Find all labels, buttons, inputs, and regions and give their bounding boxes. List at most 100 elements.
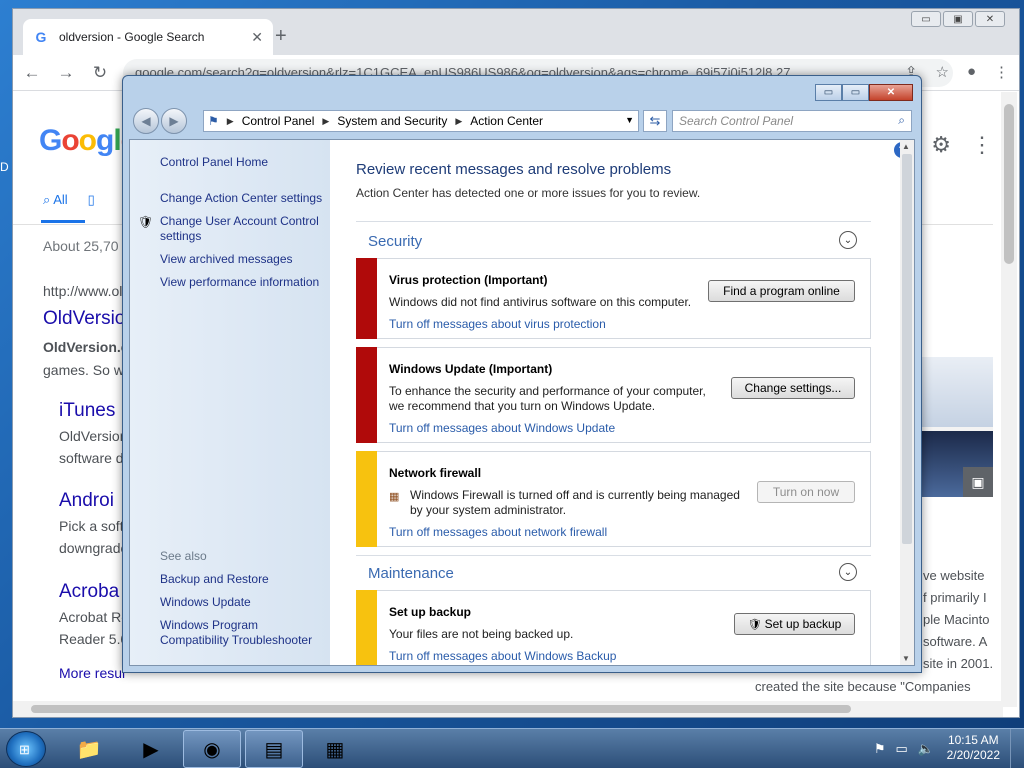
link-turn-off-update-messages[interactable]: Turn off messages about Windows Update [389, 421, 615, 435]
system-tray: ⚑ ▭ 🔈 [874, 741, 934, 757]
firewall-icon: ▦ [389, 491, 400, 503]
browser-tab[interactable]: G oldversion - Google Search ✕ [23, 19, 273, 55]
breadcrumb-arrow-icon[interactable]: ▶ [227, 116, 234, 127]
find-program-online-button[interactable]: Find a program online [708, 280, 855, 302]
reload-icon[interactable]: ↻ [91, 63, 109, 83]
shield-icon: 🛡 [747, 618, 762, 631]
explorer-taskbar-icon[interactable]: 📁 [60, 730, 118, 768]
more-results-link[interactable]: More resul [59, 665, 125, 681]
refresh-icon[interactable]: ⇆ [643, 110, 667, 132]
clock[interactable]: 10:15 AM 2/20/2022 [947, 733, 1000, 763]
result-title[interactable]: OldVersio [43, 308, 125, 330]
cp-address-bar[interactable]: ⚑ ▶ Control Panel ▶ System and Security … [203, 110, 639, 132]
breadcrumb-control-panel[interactable]: Control Panel [242, 114, 315, 128]
link-view-performance-info[interactable]: View performance information [160, 275, 319, 290]
scroll-down-icon[interactable]: ▼ [902, 654, 910, 663]
result-snippet: OldVersion [59, 428, 128, 444]
chrome-menu-icon[interactable]: ⋮ [994, 63, 1009, 81]
message-description: Windows did not find antivirus software … [389, 295, 692, 309]
start-button[interactable]: ⊞ [6, 731, 46, 767]
page-title: Review recent messages and resolve probl… [356, 161, 672, 178]
uac-shield-icon: 🛡 [138, 215, 154, 229]
scrollbar-thumb[interactable] [902, 154, 912, 544]
cp-main-pane: ? Review recent messages and resolve pro… [330, 140, 902, 665]
search-icon[interactable]: ⌕ [898, 113, 905, 128]
link-compat-troubleshooter[interactable]: Windows Program Compatibility Troubleshoo… [160, 618, 312, 648]
link-turn-off-firewall-messages[interactable]: Turn off messages about network firewall [389, 525, 607, 539]
minimize-button[interactable]: ▭ [911, 11, 941, 27]
google-favicon-icon: G [35, 29, 47, 45]
volume-icon[interactable]: 🔈 [918, 741, 934, 757]
forward-icon[interactable]: → [57, 63, 75, 83]
address-dropdown-icon[interactable]: ▼ [625, 115, 634, 125]
tab-all[interactable]: ⌕ All [43, 192, 68, 208]
section-title-security[interactable]: Security [368, 233, 422, 250]
side-snippet: ve website [923, 568, 985, 583]
image-icon[interactable]: ▣ [963, 467, 993, 497]
link-control-panel-home[interactable]: Control Panel Home [160, 155, 268, 170]
new-tab-button[interactable]: + [275, 25, 287, 48]
tab-close-icon[interactable]: ✕ [251, 29, 263, 46]
network-icon[interactable]: ▭ [896, 741, 908, 757]
bookmark-star-icon[interactable]: ☆ [935, 63, 948, 81]
breadcrumb-arrow-icon[interactable]: ▶ [322, 116, 329, 127]
thumbnail-image[interactable] [921, 357, 993, 427]
section-title-maintenance[interactable]: Maintenance [368, 565, 454, 582]
scrollbar-thumb[interactable] [31, 705, 851, 713]
forward-arrow-icon[interactable]: ▶ [161, 108, 187, 134]
scroll-up-icon[interactable]: ▲ [902, 142, 910, 151]
action-center-flag-icon[interactable]: ⚑ [874, 741, 886, 757]
show-desktop-button[interactable] [1010, 729, 1024, 768]
desktop-edge-label: D [0, 160, 9, 174]
chevron-down-icon[interactable]: ⌄ [839, 563, 857, 581]
link-change-action-center-settings[interactable]: Change Action Center settings [160, 191, 322, 206]
side-snippet: created the site because "Companies [755, 679, 971, 694]
breadcrumb-system-security[interactable]: System and Security [337, 114, 447, 128]
action-center-window: ▭ ▭ ✕ ◀ ▶ ⚑ ▶ Control Panel ▶ System and… [122, 75, 922, 673]
cp-maximize-button[interactable]: ▭ [842, 84, 869, 101]
profile-icon[interactable]: ● [967, 63, 976, 81]
result-url[interactable]: http://www.ol [43, 283, 122, 299]
chevron-down-icon[interactable]: ⌄ [839, 231, 857, 249]
close-button[interactable]: ✕ [975, 11, 1005, 27]
link-turn-off-backup-messages[interactable]: Turn off messages about Windows Backup [389, 649, 616, 663]
search-placeholder: Search Control Panel [679, 114, 794, 128]
breadcrumb-arrow-icon[interactable]: ▶ [455, 116, 462, 127]
cp-search-input[interactable]: Search Control Panel ⌕ [672, 110, 912, 132]
breadcrumb-action-center[interactable]: Action Center [470, 114, 543, 128]
result-title[interactable]: Acroba [59, 581, 119, 603]
google-header-icons: ⚙ ⋮ [931, 132, 993, 158]
page-horizontal-scrollbar[interactable] [13, 701, 1003, 717]
change-settings-button[interactable]: Change settings... [731, 377, 855, 399]
chrome-taskbar-icon[interactable]: ◉ [183, 730, 241, 768]
back-arrow-icon[interactable]: ◀ [133, 108, 159, 134]
chrome-tabbar: G oldversion - Google Search ✕ + ▭ ▣ ✕ [13, 9, 1019, 55]
settings-gear-icon[interactable]: ⚙ [931, 132, 951, 158]
turn-on-now-button[interactable]: Turn on now [757, 481, 855, 503]
back-icon[interactable]: ← [23, 63, 41, 83]
tab-title: oldversion - Google Search [59, 30, 205, 44]
media-player-taskbar-icon[interactable]: ▶ [122, 730, 180, 768]
side-snippet: f primarily I [923, 590, 987, 605]
scrollbar-thumb[interactable] [1004, 104, 1014, 264]
link-view-archived-messages[interactable]: View archived messages [160, 252, 293, 267]
result-title[interactable]: Androi [59, 490, 114, 512]
tab-books[interactable]: ▯ [88, 192, 95, 208]
cp-vertical-scrollbar[interactable]: ▲ ▼ [900, 140, 914, 665]
link-backup-restore[interactable]: Backup and Restore [160, 572, 269, 587]
link-windows-update[interactable]: Windows Update [160, 595, 251, 610]
apps-icon[interactable]: ⋮ [971, 132, 993, 158]
maximize-button[interactable]: ▣ [943, 11, 973, 27]
link-turn-off-virus-messages[interactable]: Turn off messages about virus protection [389, 317, 606, 331]
link-change-uac-settings[interactable]: Change User Account Control settings [160, 214, 319, 244]
result-title[interactable]: iTunes [59, 400, 115, 422]
set-up-backup-button[interactable]: 🛡 Set up backup [734, 613, 855, 635]
image-thumbnails[interactable]: ▣ [921, 357, 993, 497]
section-divider [356, 555, 871, 556]
cp-close-button[interactable]: ✕ [869, 84, 913, 101]
result-snippet: games. So w [43, 362, 124, 378]
firewall-taskbar-icon[interactable]: ▦ [306, 730, 364, 768]
control-panel-taskbar-icon[interactable]: ▤ [245, 730, 303, 768]
page-vertical-scrollbar[interactable] [1001, 92, 1017, 707]
cp-minimize-button[interactable]: ▭ [815, 84, 842, 101]
